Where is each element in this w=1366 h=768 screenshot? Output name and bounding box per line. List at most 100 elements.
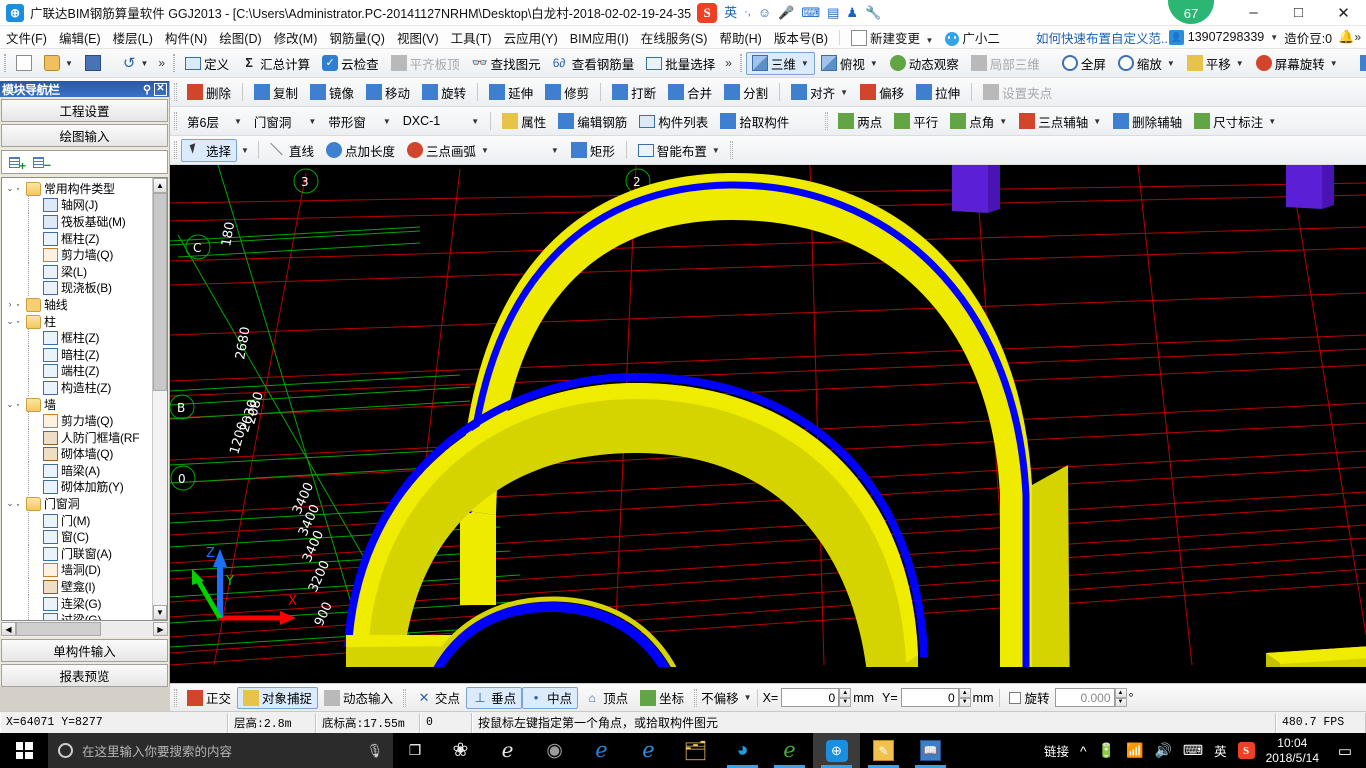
ime-keyboard-icon[interactable]: ⌨ [801,6,820,19]
ime-voice-icon[interactable]: 🎤 [778,6,794,19]
taskbar-app-green-browser[interactable]: ℯ [766,733,813,768]
rotate-input[interactable]: 0.000 [1054,688,1115,707]
tree-item[interactable]: 窗(C) [2,528,152,546]
cloud-check-button[interactable]: ✓ 云检查 [316,52,385,75]
trim-button[interactable]: 修剪 [539,81,595,104]
scroll-thumb[interactable] [153,193,167,391]
chevron-down-icon[interactable]: ▼ [1236,59,1244,68]
scroll-left-icon[interactable]: ◀ [1,622,16,636]
chevron-down-icon[interactable]: ▼ [308,117,316,126]
menubar-overflow-icon[interactable]: » [1354,30,1361,44]
taskbar-app-360[interactable]: ◕ [719,733,766,768]
tree-item[interactable]: 暗柱(Z) [2,345,152,363]
tree-item[interactable]: 轴网(J) [2,196,152,214]
tray-ime-label[interactable]: 英 [1214,741,1227,760]
select-tool-button[interactable]: 选择 [181,138,238,162]
batch-select-button[interactable]: 批量选择 [640,52,721,75]
menu-item-view[interactable]: 视图(V) [391,25,445,50]
tree-item[interactable]: 筏板基础(M) [2,212,152,230]
tree-item[interactable]: 梁(L) [2,262,152,280]
summary-calc-button[interactable]: Σ 汇总计算 [235,52,316,75]
menu-item-rebar[interactable]: 钢筋量(Q) [323,25,391,50]
align-slab-top-button[interactable]: 平齐板顶 [385,52,466,75]
pan-button[interactable]: 平移 ▼ [1181,52,1250,75]
smart-layout-button[interactable]: 智能布置 ▼ [632,139,726,162]
tray-chevron-up-icon[interactable]: ^ [1080,743,1087,759]
rectangle-tool-button[interactable]: 矩形 [565,139,621,162]
tree-item[interactable]: 端柱(Z) [2,362,152,380]
menu-item-online-service[interactable]: 在线服务(S) [635,25,714,50]
scroll-up-icon[interactable]: ▲ [153,178,167,193]
move-button[interactable]: 移动 [360,81,416,104]
chevron-down-icon[interactable]: ▼ [383,117,391,126]
object-snap-button[interactable]: 对象捕捉 [237,686,319,709]
menu-item-modify[interactable]: 修改(M) [268,25,324,50]
find-element-button[interactable]: 👓 查找图元 [466,52,547,75]
category-selector[interactable]: 门窗洞 ▼ [248,110,322,133]
view-rebar-button[interactable]: 6∂ 查看钢筋量 [547,52,641,75]
tree-item[interactable]: 砌体加筋(Y) [2,478,152,496]
local-3d-button[interactable]: 局部三维 [965,52,1046,75]
keyboard-icon[interactable]: ⌨ [1183,742,1203,759]
mirror-button[interactable]: 镜像 [304,81,360,104]
expander-open-icon[interactable]: ⌄ [4,183,16,194]
view-3d-button[interactable]: 三维 ▼ [745,51,815,75]
task-view-icon[interactable]: ❐ [393,733,437,768]
chevron-down-icon[interactable]: ▼ [471,117,479,126]
expander-closed-icon[interactable]: › [4,299,16,309]
ime-card-icon[interactable]: ▤ [827,6,839,19]
x-spinner[interactable]: ▲ ▼ [839,688,852,707]
rotate-checkbox[interactable] [1008,691,1021,704]
define-button[interactable]: 定义 [179,52,235,75]
guang-xiao-er-button[interactable]: 广小二 [939,25,1006,50]
chevron-down-icon[interactable]: ▼ [241,146,249,155]
taskbar-app-notepad[interactable]: ✎ [860,733,907,768]
menu-item-file[interactable]: 文件(F) [0,25,53,50]
taskbar-app-ie[interactable]: ℯ [625,733,672,768]
tip-link[interactable]: 如何快速布置自定义范.. [1036,28,1168,47]
single-component-input-button[interactable]: 单构件输入 [1,639,168,662]
hscroll-thumb[interactable] [16,622,101,636]
new-change-button[interactable]: 新建变更 ▼ [845,25,939,50]
tree-item[interactable]: 壁龛(I) [2,578,152,596]
taskbar-search[interactable]: 在这里输入你要搜索的内容 🎙 [48,733,393,768]
tree-item[interactable]: ⌄ · 柱 [2,313,152,330]
chevron-down-icon[interactable]: ▼ [1330,59,1338,68]
extend-button[interactable]: 延伸 [483,81,539,104]
taskbar-app-pinwheel[interactable]: ❀ [437,733,484,768]
chevron-down-icon[interactable]: ▼ [712,146,720,155]
copy-button[interactable]: 复制 [248,81,304,104]
tree-item[interactable]: 砌体墙(Q) [2,445,152,463]
tree-item[interactable]: 墙洞(D) [2,561,152,579]
tree-item[interactable]: 人防门框墙(RF [2,428,152,446]
tree-item[interactable]: 门(M) [2,511,152,529]
ime-skin-icon[interactable]: ♟ [846,6,858,19]
delete-button[interactable]: 删除 [181,81,237,104]
project-settings-button[interactable]: 工程设置 [1,99,168,122]
menu-item-bim[interactable]: BIM应用(I) [564,25,635,50]
taskbar-app-dictionary[interactable]: 📖 [907,733,954,768]
line-tool-button[interactable]: ＼ 直线 [264,139,320,162]
open-file-button[interactable]: ▼ [38,52,79,75]
chevron-down-icon[interactable]: ▼ [801,59,809,68]
component-name-selector[interactable]: DXC-1 ▼ [397,110,485,133]
toolbar-overflow-1[interactable]: » [154,56,169,70]
chevron-down-icon[interactable]: ▼ [234,117,242,126]
expander-open-icon[interactable]: ⌄ [4,316,16,327]
chevron-down-icon[interactable]: ▼ [744,693,752,702]
scroll-right-icon[interactable]: ▶ [153,622,168,636]
stretch-button[interactable]: 拉伸 [910,81,966,104]
offset-mode-selector[interactable]: 不偏移 ▼ [701,688,751,707]
tree-item[interactable]: ⌄ · 门窗洞 [2,495,152,512]
fullscreen-button[interactable]: 全屏 [1056,52,1112,75]
save-file-button[interactable] [79,52,107,75]
component-list-button[interactable]: 构件列表 [633,110,714,133]
chevron-down-icon[interactable]: ▼ [870,59,878,68]
drawing-input-button[interactable]: 绘图输入 [1,124,168,147]
chevron-down-icon[interactable]: ▼ [141,59,149,68]
ortho-mode-button[interactable]: 正交 [181,687,237,709]
account-area[interactable]: 👤 13907298339 ▼ [1168,29,1278,45]
tree-hscrollbar[interactable]: ◀ ▶ [1,621,168,637]
tree-item[interactable]: 连梁(G) [2,594,152,612]
offset-button[interactable]: 偏移 [854,81,910,104]
